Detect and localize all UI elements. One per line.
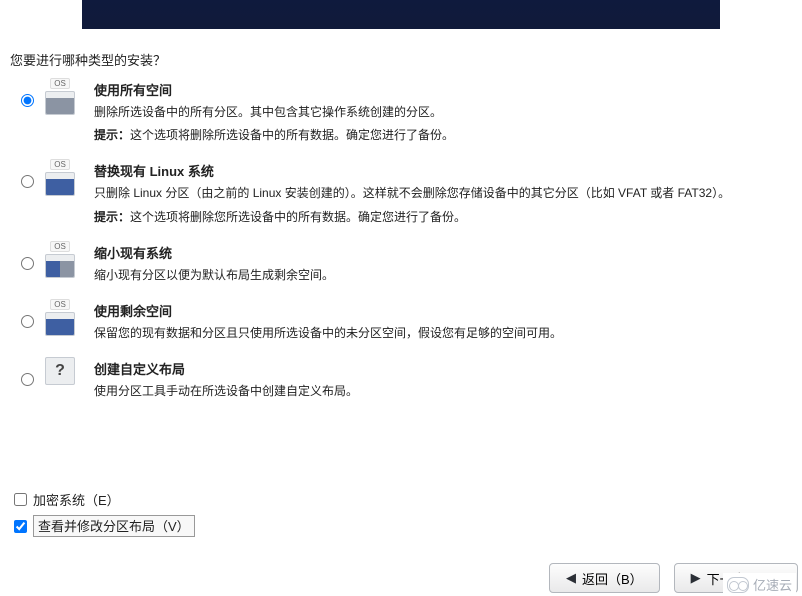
- disk-icon: [45, 254, 75, 278]
- watermark: 亿速云: [723, 573, 796, 596]
- arrow-right-icon: ▶: [691, 570, 701, 586]
- option-title: 替换现有 Linux 系统: [94, 161, 782, 180]
- encrypt-row[interactable]: 加密系统（E）: [10, 490, 195, 509]
- os-tag: OS: [50, 241, 70, 252]
- review-row[interactable]: 查看并修改分区布局（V）: [10, 515, 195, 537]
- encrypt-label: 加密系统（E）: [33, 490, 120, 509]
- option-desc: 使用分区工具手动在所选设备中创建自定义布局。: [94, 382, 782, 401]
- os-tag: OS: [50, 159, 70, 170]
- option-text: 使用剩余空间 保留您的现有数据和分区且只使用所选设备中的未分区空间，假设您有足够…: [94, 299, 782, 343]
- radio-free-space[interactable]: [21, 315, 34, 328]
- question-icon: ?: [45, 357, 75, 385]
- option-desc: 缩小现有分区以便为默认布局生成剩余空间。: [94, 266, 782, 285]
- review-label: 查看并修改分区布局（V）: [33, 515, 195, 537]
- button-bar: ◀ 返回（B） ▶ 下一步（N）: [0, 563, 802, 593]
- review-checkbox[interactable]: [14, 520, 27, 533]
- option-text: 创建自定义布局 使用分区工具手动在所选设备中创建自定义布局。: [94, 357, 782, 401]
- option-desc: 保留您的现有数据和分区且只使用所选设备中的未分区空间，假设您有足够的空间可用。: [94, 324, 782, 343]
- option-text: 替换现有 Linux 系统 只删除 Linux 分区（由之前的 Linux 安装…: [94, 159, 782, 226]
- hint-label: 提示：: [94, 210, 130, 224]
- option-desc: 只删除 Linux 分区（由之前的 Linux 安装创建的）。这样就不会删除您存…: [94, 184, 782, 226]
- options-list: OS 使用所有空间 删除所选设备中的所有分区。其中包含其它操作系统创建的分区。 …: [16, 72, 782, 409]
- back-button[interactable]: ◀ 返回（B）: [549, 563, 660, 593]
- option-icon: ?: [44, 357, 76, 395]
- radio-shrink[interactable]: [21, 257, 34, 270]
- option-custom-layout[interactable]: ? 创建自定义布局 使用分区工具手动在所选设备中创建自定义布局。: [16, 351, 782, 401]
- option-icon: OS: [44, 159, 76, 197]
- option-text: 缩小现有系统 缩小现有分区以便为默认布局生成剩余空间。: [94, 241, 782, 285]
- option-desc: 删除所选设备中的所有分区。其中包含其它操作系统创建的分区。 提示：这个选项将删除…: [94, 103, 782, 145]
- radio-use-all-space[interactable]: [21, 94, 34, 107]
- option-title: 使用剩余空间: [94, 301, 782, 320]
- option-title: 创建自定义布局: [94, 359, 782, 378]
- disk-icon: [45, 312, 75, 336]
- radio-custom-layout[interactable]: [21, 373, 34, 386]
- option-text: 使用所有空间 删除所选设备中的所有分区。其中包含其它操作系统创建的分区。 提示：…: [94, 78, 782, 145]
- disk-icon: [45, 172, 75, 196]
- option-icon: OS: [44, 78, 76, 116]
- option-shrink[interactable]: OS 缩小现有系统 缩小现有分区以便为默认布局生成剩余空间。: [16, 235, 782, 285]
- watermark-logo-icon: [727, 577, 749, 593]
- header-banner: [82, 0, 720, 29]
- watermark-text: 亿速云: [753, 575, 792, 594]
- hint-label: 提示：: [94, 128, 130, 142]
- arrow-left-icon: ◀: [566, 570, 576, 586]
- option-replace-linux[interactable]: OS 替换现有 Linux 系统 只删除 Linux 分区（由之前的 Linux…: [16, 153, 782, 226]
- bottom-checks: 加密系统（E） 查看并修改分区布局（V）: [10, 490, 195, 543]
- option-title: 缩小现有系统: [94, 243, 782, 262]
- back-button-label: 返回（B）: [582, 569, 643, 588]
- question-label: 您要进行哪种类型的安装？: [10, 50, 166, 69]
- disk-icon: [45, 91, 75, 115]
- radio-replace-linux[interactable]: [21, 175, 34, 188]
- option-free-space[interactable]: OS 使用剩余空间 保留您的现有数据和分区且只使用所选设备中的未分区空间，假设您…: [16, 293, 782, 343]
- option-icon: OS: [44, 299, 76, 337]
- option-use-all-space[interactable]: OS 使用所有空间 删除所选设备中的所有分区。其中包含其它操作系统创建的分区。 …: [16, 72, 782, 145]
- os-tag: OS: [50, 299, 70, 310]
- option-icon: OS: [44, 241, 76, 279]
- encrypt-checkbox[interactable]: [14, 493, 27, 506]
- os-tag: OS: [50, 78, 70, 89]
- option-title: 使用所有空间: [94, 80, 782, 99]
